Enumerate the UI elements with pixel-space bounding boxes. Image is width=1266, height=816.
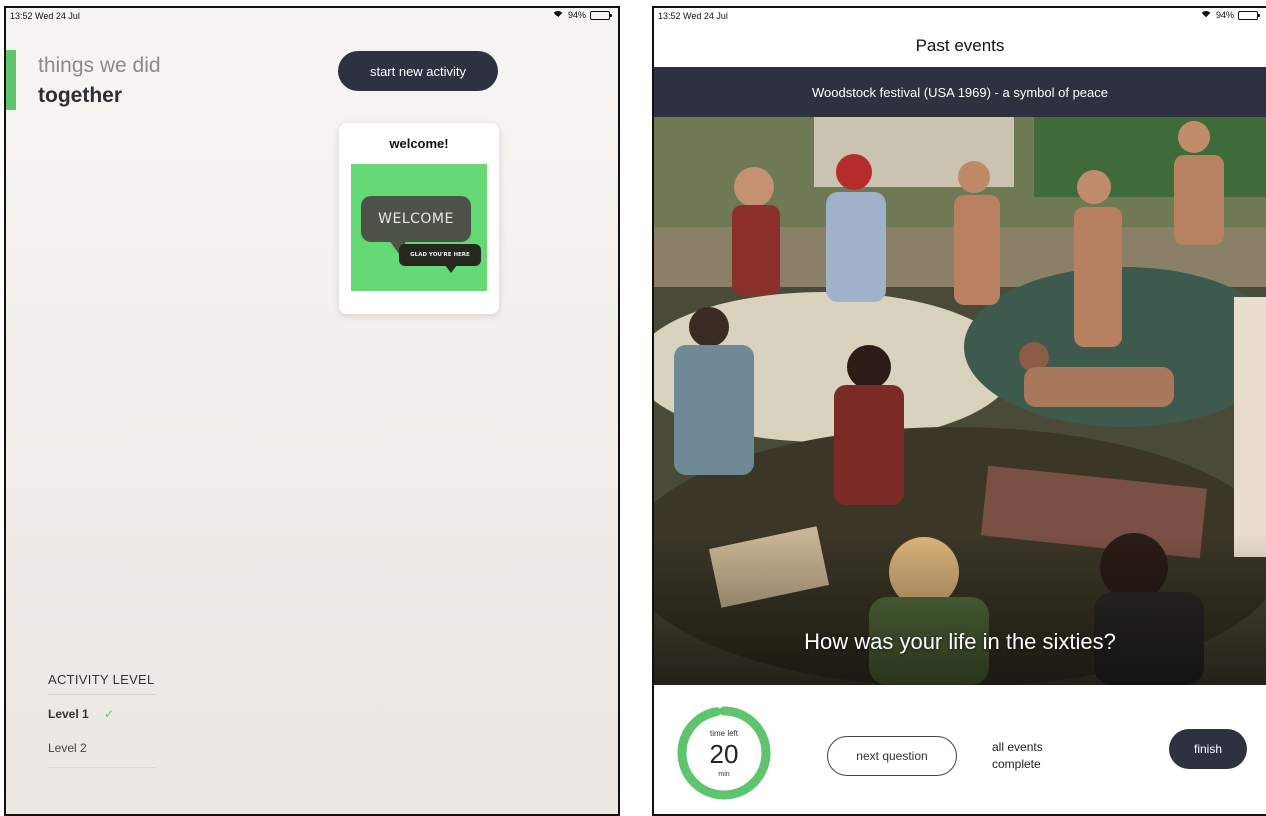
right-tablet-screen: 13:52 Wed 24 Jul 94% Past events Woodsto… bbox=[652, 6, 1266, 816]
event-title: Woodstock festival (USA 1969) - a symbol… bbox=[811, 84, 1108, 100]
page-title: Past events bbox=[915, 36, 1005, 55]
level-1-option[interactable]: Level 1 bbox=[48, 707, 89, 721]
level-2-option[interactable]: Level 2 bbox=[48, 741, 87, 755]
finish-button[interactable]: finish bbox=[1169, 729, 1247, 769]
card-title: welcome! bbox=[389, 136, 449, 151]
battery-icon bbox=[590, 10, 612, 20]
divider bbox=[48, 767, 156, 768]
time-left-ring: time left 20 min bbox=[676, 705, 772, 801]
events-complete-status: all events complete bbox=[992, 739, 1082, 773]
bubble-text-glad: GLAD YOU'RE HERE bbox=[410, 252, 470, 258]
question-text: How was your life in the sixties? bbox=[804, 629, 1116, 654]
accent-bar bbox=[6, 50, 16, 110]
status-indicators: 94% bbox=[551, 10, 612, 23]
status-line-1: all events bbox=[992, 740, 1043, 754]
wifi-icon bbox=[1199, 10, 1212, 23]
speech-bubble-welcome: WELCOME bbox=[361, 196, 471, 254]
photo-gradient bbox=[654, 535, 1266, 685]
battery-icon bbox=[1238, 10, 1260, 20]
status-bar: 13:52 Wed 24 Jul 94% bbox=[6, 8, 618, 26]
battery-percent: 94% bbox=[567, 10, 586, 20]
timer-label: time left bbox=[709, 729, 738, 738]
status-time: 13:52 Wed 24 Jul bbox=[658, 11, 728, 21]
welcome-activity-card[interactable]: welcome! WELCOME GLAD YOU'RE HERE bbox=[339, 123, 499, 314]
battery-percent: 94% bbox=[1215, 10, 1234, 20]
left-tablet-screen: 13:52 Wed 24 Jul 94% things we did toget… bbox=[4, 6, 620, 816]
start-new-activity-button[interactable]: start new activity bbox=[338, 51, 498, 91]
status-line-2: complete bbox=[992, 757, 1041, 771]
status-bar: 13:52 Wed 24 Jul 94% bbox=[654, 8, 1266, 26]
checkmark-icon: ✓ bbox=[104, 707, 115, 721]
timer-value: 20 bbox=[709, 739, 739, 769]
speech-bubble-glad: GLAD YOU'RE HERE bbox=[399, 244, 481, 273]
event-title-bar: Woodstock festival (USA 1969) - a symbol… bbox=[654, 67, 1266, 117]
page-title-bold: together bbox=[38, 84, 122, 107]
wifi-icon bbox=[551, 10, 564, 23]
event-photo: How was your life in the sixties? bbox=[654, 117, 1266, 685]
status-indicators: 94% bbox=[1199, 10, 1260, 23]
bubble-text-welcome: WELCOME bbox=[378, 211, 454, 227]
page-title-light: things we did bbox=[38, 54, 161, 77]
activity-level-heading: ACTIVITY LEVEL bbox=[48, 672, 155, 687]
divider bbox=[48, 694, 156, 695]
status-time: 13:52 Wed 24 Jul bbox=[10, 11, 80, 21]
next-question-button[interactable]: next question bbox=[827, 736, 957, 776]
timer-unit: min bbox=[718, 771, 730, 778]
welcome-image: WELCOME GLAD YOU'RE HERE bbox=[351, 164, 487, 291]
